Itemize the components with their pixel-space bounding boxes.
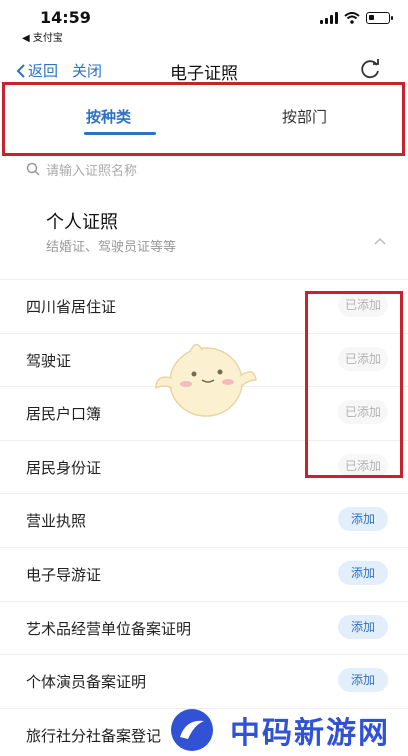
watermark-logo-icon: [171, 709, 213, 751]
status-bar: 14:59 ◀ 支付宝: [0, 0, 408, 44]
status-time: 14:59: [40, 8, 91, 27]
add-button[interactable]: 添加: [338, 668, 388, 693]
personal-certificates-section[interactable]: 个人证照 结婚证、驾驶员证等等: [0, 196, 408, 280]
cellular-signal-icon: [320, 12, 338, 24]
certificate-name: 驾驶证: [26, 351, 72, 370]
certificate-name: 居民身份证: [26, 458, 102, 477]
search-bar[interactable]: 请输入证照名称: [26, 156, 386, 182]
list-item[interactable]: 艺术品经营单位备案证明 添加: [0, 600, 408, 655]
add-button[interactable]: 添加: [338, 614, 388, 639]
certificate-name: 营业执照: [26, 512, 87, 531]
status-icons: [320, 12, 393, 24]
certificate-name: 旅行社分社备案登记: [26, 726, 162, 745]
add-button[interactable]: 添加: [338, 507, 388, 532]
add-button[interactable]: 添加: [338, 560, 388, 585]
back-to-app-link[interactable]: ◀ 支付宝: [22, 29, 63, 44]
highlight-box-tabs: [2, 82, 405, 156]
search-icon: [26, 162, 40, 176]
list-item[interactable]: 个体演员备案证明 添加: [0, 654, 408, 708]
list-item[interactable]: 营业执照 添加: [0, 493, 408, 547]
list-item[interactable]: 电子导游证 添加: [0, 546, 408, 601]
section-subtitle: 结婚证、驾驶员证等等: [46, 240, 177, 255]
battery-icon: [366, 12, 393, 24]
wifi-icon: [344, 12, 360, 24]
watermark-text: 中码新游网: [230, 716, 390, 751]
certificate-name: 艺术品经营单位备案证明: [26, 619, 192, 638]
certificate-name: 个体演员备案证明: [26, 673, 147, 692]
section-title: 个人证照: [46, 212, 118, 233]
site-watermark: 中码新游网: [164, 704, 408, 756]
certificate-name: 四川省居住证: [26, 298, 117, 316]
search-input[interactable]: 请输入证照名称: [46, 160, 137, 179]
mascot-watermark-icon: [155, 343, 257, 417]
certificate-name: 电子导游证: [26, 565, 102, 584]
highlight-box-added: [305, 291, 403, 478]
certificate-name: 居民户口簿: [26, 405, 102, 424]
refresh-icon[interactable]: [358, 57, 382, 81]
page-title: 电子证照: [170, 64, 238, 84]
chevron-up-icon[interactable]: [374, 236, 386, 248]
